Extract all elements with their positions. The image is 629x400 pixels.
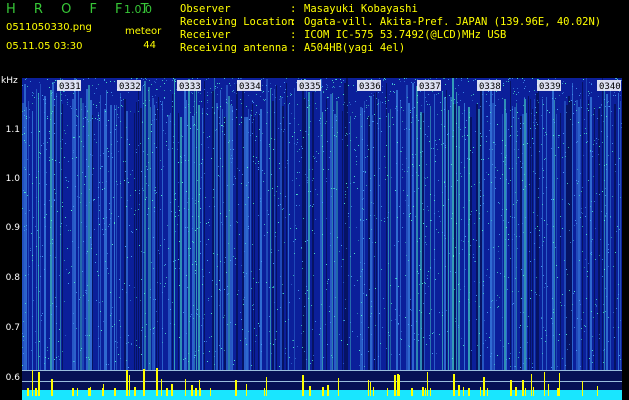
y-tick-label: 1.0	[5, 174, 20, 184]
y-tick-label: 0.7	[5, 323, 20, 333]
time-mark: 0331	[59, 82, 81, 92]
meteor-label: meteor	[125, 26, 162, 37]
y-tick-label: 0.8	[5, 273, 20, 283]
info-row-antenna: Receiving antenna : A504HB(yagi 4el)	[180, 42, 601, 55]
meteor-count: 44	[143, 40, 156, 51]
time-mark: 0337	[419, 82, 441, 92]
time-mark: 0335	[299, 82, 321, 92]
info-separator: :	[290, 16, 297, 28]
noise-texture	[22, 78, 622, 370]
time-mark: 0339	[539, 82, 561, 92]
info-separator: :	[290, 42, 297, 54]
time-mark: 0333	[179, 82, 201, 92]
info-key: Receiving Location	[180, 16, 294, 28]
info-value: A504HB(yagi 4el)	[304, 42, 406, 54]
spectrogram: 0331 0332 0333 0334 0335 0336 0337 0338 0339 0340	[22, 78, 622, 400]
date-time: 05.11.05 03:30	[6, 41, 83, 52]
info-row-location: Receiving Location : Ogata-vill. Akita-P…	[180, 16, 601, 29]
info-value: Ogata-vill. Akita-Pref. JAPAN (139.96E, …	[304, 16, 602, 28]
time-mark: 0336	[359, 82, 381, 92]
time-mark: 0332	[119, 82, 141, 92]
info-key: Receiving antenna	[180, 42, 288, 54]
time-mark: 0338	[479, 82, 501, 92]
reference-line	[22, 370, 622, 371]
info-key: Observer	[180, 3, 231, 15]
time-mark: 0340	[599, 82, 621, 92]
info-row-observer: Observer : Masayuki Kobayashi	[180, 3, 601, 16]
info-separator: :	[290, 29, 297, 41]
y-tick-label: 0.6	[5, 373, 20, 383]
info-value: Masayuki Kobayashi	[304, 3, 418, 15]
observation-info: Observer : Masayuki Kobayashi Receiving …	[180, 3, 601, 55]
info-separator: :	[290, 3, 297, 15]
y-axis-unit: kHz	[1, 76, 18, 86]
y-tick-label: 1.1	[5, 125, 20, 135]
header-panel: H R O F F T 1.0.0 0511050330.png 05.11.0…	[0, 0, 629, 74]
file-name: 0511050330.png	[6, 22, 92, 33]
app-version: 1.0.0	[124, 3, 152, 16]
info-key: Receiver	[180, 29, 231, 41]
info-value: ICOM IC-575 53.7492(@LCD)MHz USB	[304, 29, 507, 41]
time-mark: 0334	[239, 82, 261, 92]
spectrogram-canvas: 0331 0332 0333 0334 0335 0336 0337 0338 0339 0340	[22, 78, 622, 400]
y-tick-label: 0.9	[5, 223, 20, 233]
info-row-receiver: Receiver : ICOM IC-575 53.7492(@LCD)MHz …	[180, 29, 601, 42]
